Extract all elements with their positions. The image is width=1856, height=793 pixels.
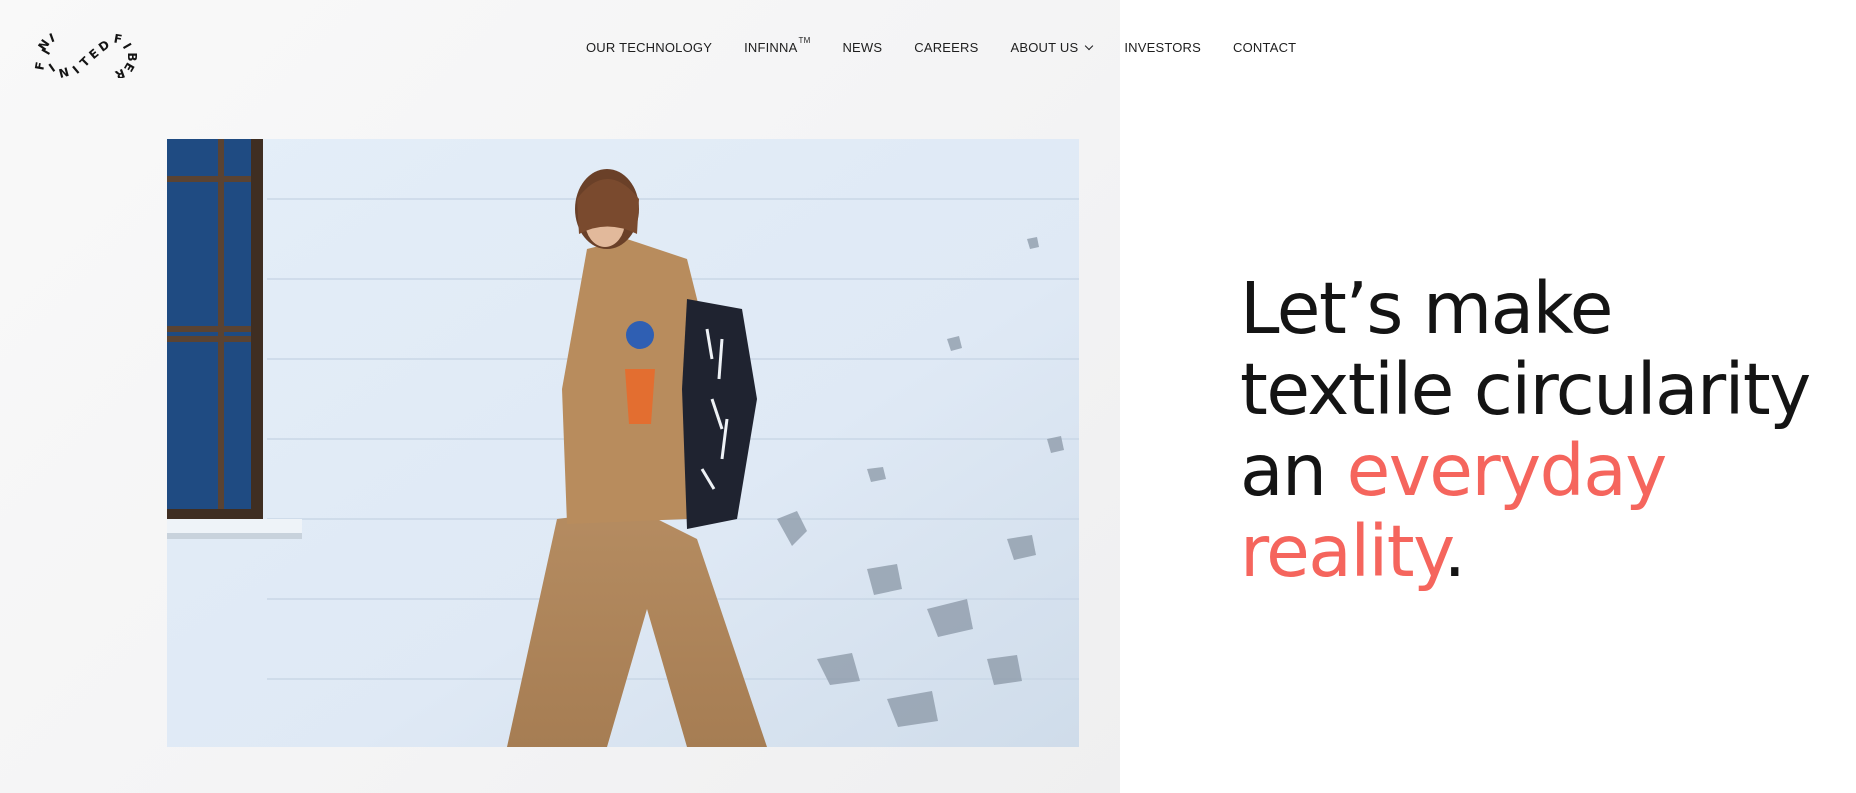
nav-item-about-us[interactable]: ABOUT US [1010,39,1094,55]
hero-photo-illustration [167,139,1079,747]
nav-item-label: NEWS [842,39,883,55]
circular-wordmark-logo-icon: F I N I N I T E D I F I B E R [32,31,138,78]
hero-headline: Let’s make textile circularity an everyd… [1240,268,1850,592]
chevron-down-icon [1085,41,1094,50]
svg-text:F: F [113,31,124,46]
svg-text:D: D [96,37,112,54]
main-nav: OUR TECHNOLOGY INFINNA TM NEWS CAREERS AB… [586,35,1296,56]
brand-logo[interactable]: F I N I N I T E D I F I B E R [28,16,138,78]
trademark-superscript: TM [798,35,811,45]
nav-item-label: CAREERS [914,39,979,55]
headline-suffix: . [1443,510,1467,593]
nav-item-contact[interactable]: CONTACT [1233,40,1296,55]
hero-image [167,139,1079,747]
nav-item-label: INVESTORS [1124,39,1202,55]
svg-text:N: N [57,65,70,78]
nav-item-label: INFINNA [744,39,798,55]
nav-item-label: ABOUT US [1010,39,1079,55]
svg-text:I: I [46,61,58,75]
nav-item-investors[interactable]: INVESTORS [1124,40,1201,55]
headline-line-1: Let’s make [1240,267,1613,350]
nav-item-infinna[interactable]: INFINNA TM [744,35,811,55]
headline-line-2: textile circularity [1240,348,1811,431]
page: F I N I N I T E D I F I B E R OUR TECHNO… [0,0,1856,793]
headline-accent-everyday: everyday [1346,429,1668,512]
svg-text:F: F [32,61,47,72]
headline-line-3-prefix: an [1240,429,1347,512]
svg-text:I: I [70,63,82,77]
nav-item-our-technology[interactable]: OUR TECHNOLOGY [586,40,712,55]
svg-text:I: I [120,41,134,52]
headline-accent-reality: reality [1240,510,1445,593]
nav-item-label: CONTACT [1233,39,1297,55]
nav-item-news[interactable]: NEWS [842,40,882,55]
nav-item-careers[interactable]: CAREERS [914,40,978,55]
nav-item-label: OUR TECHNOLOGY [586,39,713,55]
